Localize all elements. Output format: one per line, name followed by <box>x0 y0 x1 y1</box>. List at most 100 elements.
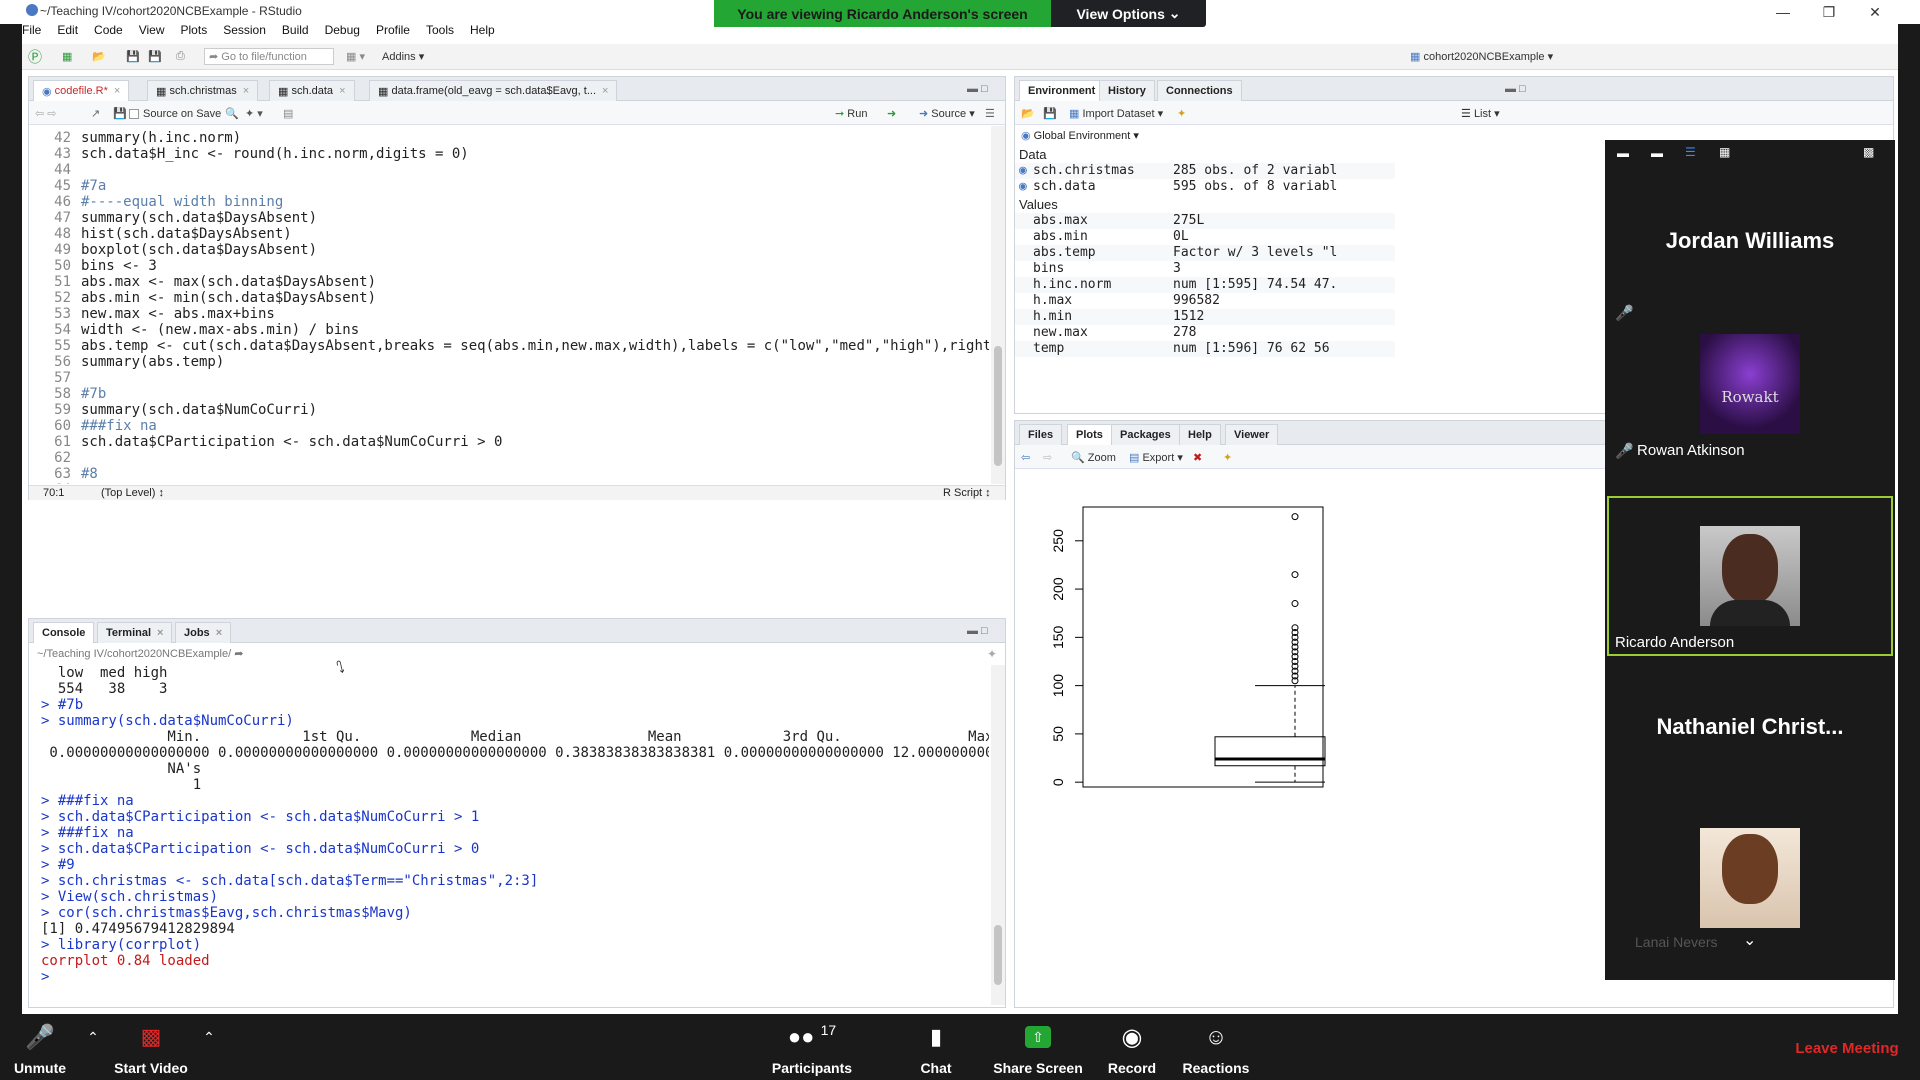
minimize-pane-icon[interactable]: ▬ □ <box>967 83 988 95</box>
print-icon[interactable]: ⎙ <box>176 48 185 65</box>
code-line[interactable]: 61 sch.data$CParticipation <- sch.data$Nu… <box>29 434 502 450</box>
rerun-icon[interactable]: ➜ <box>887 105 896 122</box>
participant-tile-active[interactable]: Ricardo Anderson <box>1607 496 1893 656</box>
close-icon[interactable]: × <box>243 85 249 97</box>
env-row[interactable]: temp num [1:596] 76 62 56 <box>1015 341 1395 357</box>
tab-codefile[interactable]: ◉ codefile.R* × <box>33 80 130 101</box>
strip-view-icon[interactable]: ▬ <box>1651 146 1663 160</box>
show-in-window-icon[interactable]: ↗ <box>91 105 100 122</box>
scope-menu[interactable]: (Top Level) ↕ <box>101 487 164 499</box>
code-line[interactable]: 46 #----equal width binning <box>29 194 283 210</box>
code-line[interactable]: 44 <box>29 162 81 178</box>
code-line[interactable]: 48 hist(sch.data$DaysAbsent) <box>29 226 292 242</box>
code-line[interactable]: 52 abs.min <- min(sch.data$DaysAbsent) <box>29 290 376 306</box>
editor-scrollbar[interactable] <box>991 126 1005 484</box>
tab-history[interactable]: History <box>1099 80 1155 101</box>
env-row[interactable]: h.max 996582 <box>1015 293 1395 309</box>
goto-file-input[interactable]: ➦ Go to file/function <box>204 48 334 65</box>
code-line[interactable]: 55 abs.temp <- cut(sch.data$DaysAbsent,br… <box>29 338 989 354</box>
menu-profile[interactable]: Profile <box>376 23 410 37</box>
video-options-button[interactable]: ⌃ <box>196 1014 222 1080</box>
console-scrollbar[interactable] <box>991 665 1005 1005</box>
file-type-menu[interactable]: R Script ↕ <box>943 487 991 499</box>
code-line[interactable]: 45 #7a <box>29 178 106 194</box>
open-file-icon[interactable]: 📂 <box>92 48 106 65</box>
scroll-thumb[interactable] <box>994 925 1002 985</box>
import-dataset-button[interactable]: ▦ Import Dataset ▾ <box>1069 105 1163 122</box>
menu-debug[interactable]: Debug <box>325 23 360 37</box>
next-plot-icon[interactable]: ⇨ <box>1043 449 1052 466</box>
env-row[interactable]: h.min 1512 <box>1015 309 1395 325</box>
env-row[interactable]: abs.min 0L <box>1015 229 1395 245</box>
compile-report-icon[interactable]: ▤ <box>283 105 293 122</box>
tab-sch-christmas[interactable]: ▦ sch.christmas × <box>147 80 259 101</box>
env-row[interactable]: ◉ sch.data 595 obs. of 8 variabl <box>1015 179 1395 195</box>
audio-options-button[interactable]: ⌃ <box>80 1014 106 1080</box>
code-line[interactable]: 64 <box>29 482 81 484</box>
global-env-menu[interactable]: ◉ Global Environment ▾ <box>1015 126 1315 146</box>
save-all-icon[interactable]: 💾 <box>148 48 162 65</box>
close-icon[interactable]: × <box>602 85 608 97</box>
close-icon[interactable]: × <box>339 85 345 97</box>
menu-code[interactable]: Code <box>94 23 123 37</box>
search-icon[interactable]: 🔍 <box>225 105 239 122</box>
tab-packages[interactable]: Packages <box>1111 424 1180 445</box>
menu-help[interactable]: Help <box>470 23 495 37</box>
menu-build[interactable]: Build <box>282 23 309 37</box>
code-line[interactable]: 49 boxplot(sch.data$DaysAbsent) <box>29 242 317 258</box>
chat-button[interactable]: ▮ Chat <box>906 1014 966 1080</box>
minimize-button[interactable]: — <box>1760 0 1806 24</box>
code-line[interactable]: 53 new.max <- abs.max+bins <box>29 306 275 322</box>
code-line[interactable]: 63 #8 <box>29 466 98 482</box>
tab-terminal[interactable]: Terminal × <box>97 622 173 643</box>
menu-edit[interactable]: Edit <box>57 23 78 37</box>
env-row[interactable]: abs.temp Factor w/ 3 levels "l <box>1015 245 1395 261</box>
share-screen-button[interactable]: ⇧ Share Screen <box>988 1014 1088 1080</box>
clear-console-icon[interactable]: ✦ <box>987 647 997 661</box>
code-line[interactable]: 42 summary(h.inc.norm) <box>29 130 241 146</box>
menu-view[interactable]: View <box>139 23 165 37</box>
tab-plots[interactable]: Plots <box>1067 424 1112 445</box>
code-line[interactable]: 54 width <- (new.max-abs.min) / bins <box>29 322 359 338</box>
code-line[interactable]: 62 <box>29 450 81 466</box>
env-row[interactable]: new.max 278 <box>1015 325 1395 341</box>
tab-console[interactable]: Console <box>33 622 95 643</box>
expand-icon[interactable]: ◉ <box>1019 179 1027 195</box>
pop-out-icon[interactable]: ▩ <box>1863 145 1874 159</box>
close-icon[interactable]: × <box>216 627 222 639</box>
gallery-view-icon[interactable]: ▦ <box>1719 145 1730 159</box>
start-video-button[interactable]: ▩ Start Video <box>106 1014 196 1080</box>
participant-tile[interactable]: Lanai Nevers ⌄ <box>1607 820 1893 960</box>
tab-help[interactable]: Help <box>1179 424 1221 445</box>
code-line[interactable]: 56 summary(abs.temp) <box>29 354 224 370</box>
tab-connections[interactable]: Connections <box>1157 80 1242 101</box>
reactions-button[interactable]: ☺ Reactions <box>1176 1014 1256 1080</box>
addins-menu[interactable]: Addins ▾ <box>382 48 424 65</box>
load-workspace-icon[interactable]: 📂 <box>1021 105 1035 122</box>
code-line[interactable]: 58 #7b <box>29 386 106 402</box>
menu-file[interactable]: File <box>22 23 41 37</box>
code-line[interactable]: 50 bins <- 3 <box>29 258 157 274</box>
menu-tools[interactable]: Tools <box>426 23 454 37</box>
code-line[interactable]: 57 <box>29 370 81 386</box>
record-button[interactable]: ◉ Record <box>1100 1014 1164 1080</box>
menu-plots[interactable]: Plots <box>181 23 208 37</box>
participant-tile[interactable]: Jordan Williams 🎤 <box>1607 172 1893 332</box>
outline-icon[interactable]: ☰ <box>985 105 995 122</box>
tab-data-frame[interactable]: ▦ data.frame(old_eavg = sch.data$Eavg, t… <box>369 80 618 101</box>
tab-jobs[interactable]: Jobs × <box>175 622 232 643</box>
close-icon[interactable]: × <box>157 627 163 639</box>
tab-sch-data[interactable]: ▦ sch.data × <box>269 80 355 101</box>
minimize-icon[interactable]: ▬ <box>1617 146 1629 160</box>
back-forward-icon[interactable]: ⇦ ⇨ <box>35 105 57 122</box>
participants-button[interactable]: ●● 17 Participants <box>764 1014 860 1080</box>
code-line[interactable]: 51 abs.max <- max(sch.data$DaysAbsent) <box>29 274 376 290</box>
console-output[interactable]: low med high 554 38 3 > #7b > summary(sch.… <box>29 665 989 1005</box>
env-row[interactable]: bins 3 <box>1015 261 1395 277</box>
code-line[interactable]: 43 sch.data$H_inc <- round(h.inc.norm,dig… <box>29 146 469 162</box>
speaker-view-icon[interactable]: ☰ <box>1685 145 1696 159</box>
source-on-save-checkbox[interactable]: Source on Save <box>129 105 221 122</box>
code-line[interactable]: 47 summary(sch.data$DaysAbsent) <box>29 210 317 226</box>
code-line[interactable]: 59 summary(sch.data$NumCoCurri) <box>29 402 317 418</box>
export-button[interactable]: ▤ Export ▾ <box>1129 449 1183 466</box>
